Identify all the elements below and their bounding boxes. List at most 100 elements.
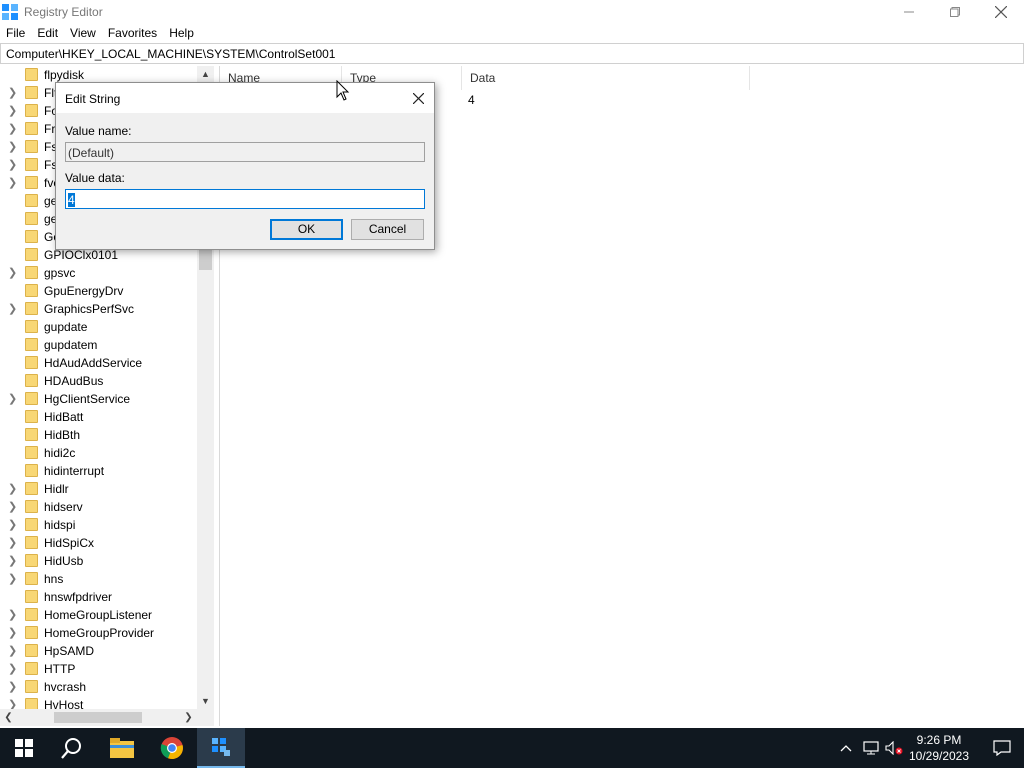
tree-item[interactable]: HidBatt <box>0 408 197 426</box>
tree-item[interactable]: HDAudBus <box>0 372 197 390</box>
expand-chevron-icon[interactable]: ❯ <box>8 555 20 567</box>
tree-item-label: gupdatem <box>44 338 98 352</box>
menu-edit[interactable]: Edit <box>31 24 64 42</box>
tree-item[interactable]: ❯ hidspi <box>0 516 197 534</box>
expand-chevron-icon[interactable]: ❯ <box>8 609 20 621</box>
tree-item[interactable]: gupdate <box>0 318 197 336</box>
tree-item[interactable]: hidinterrupt <box>0 462 197 480</box>
expand-chevron-icon[interactable]: ❯ <box>8 177 20 189</box>
tree-item-label: HomeGroupListener <box>44 608 153 622</box>
folder-icon <box>25 176 38 189</box>
tree-item[interactable]: ❯ HTTP <box>0 660 197 678</box>
close-button[interactable] <box>978 0 1024 24</box>
folder-icon <box>25 248 38 261</box>
expand-chevron-icon[interactable]: ❯ <box>8 159 20 171</box>
tree-item-label: hidspi <box>44 518 76 532</box>
tree-item[interactable]: ❯ HomeGroupProvider <box>0 624 197 642</box>
tree-item[interactable]: ❯ hvcrash <box>0 678 197 696</box>
tree-item[interactable]: ❯ HpSAMD <box>0 642 197 660</box>
folder-icon <box>25 122 38 135</box>
registry-editor-taskbar-button[interactable] <box>197 728 245 768</box>
tree-item[interactable]: HdAudAddService <box>0 354 197 372</box>
tree-item[interactable]: ❯ Hidlr <box>0 480 197 498</box>
tree-item[interactable]: GpuEnergyDrv <box>0 282 197 300</box>
tree-item-label: HidBatt <box>44 410 84 424</box>
tree-item-label: GPIOClx0101 <box>44 248 119 262</box>
expand-chevron-icon[interactable]: ❯ <box>8 573 20 585</box>
tree-item[interactable]: ❯ gpsvc <box>0 264 197 282</box>
folder-icon <box>25 590 38 603</box>
tree-item[interactable]: ❯ hns <box>0 570 197 588</box>
tree-item-label: Hidlr <box>44 482 69 496</box>
scroll-down-icon[interactable]: ▼ <box>197 693 214 710</box>
tree-item[interactable]: ❯ hidserv <box>0 498 197 516</box>
tree-item[interactable]: hnswfpdriver <box>0 588 197 606</box>
tree-item[interactable]: hidi2c <box>0 444 197 462</box>
folder-icon <box>25 86 38 99</box>
horizontal-scroll-thumb[interactable] <box>54 712 142 723</box>
expand-chevron-icon[interactable]: ❯ <box>8 141 20 153</box>
tree-item[interactable]: gupdatem <box>0 336 197 354</box>
expand-chevron-icon[interactable]: ❯ <box>8 87 20 99</box>
column-header-data[interactable]: Data <box>462 66 750 90</box>
menu-favorites[interactable]: Favorites <box>102 24 163 42</box>
action-center-button[interactable] <box>980 728 1024 768</box>
expand-chevron-icon[interactable]: ❯ <box>8 105 20 117</box>
tree-item[interactable]: ❯ HvHost <box>0 696 197 710</box>
network-button[interactable] <box>862 740 880 756</box>
tree-item[interactable]: HidBth <box>0 426 197 444</box>
folder-icon <box>25 626 38 639</box>
dialog-close-button[interactable] <box>408 89 428 107</box>
tree-item[interactable]: ❯ HgClientService <box>0 390 197 408</box>
expand-chevron-icon[interactable]: ❯ <box>8 663 20 675</box>
expand-chevron-icon[interactable]: ❯ <box>8 501 20 513</box>
expand-chevron-icon[interactable]: ❯ <box>8 303 20 315</box>
address-bar[interactable]: Computer\HKEY_LOCAL_MACHINE\SYSTEM\Contr… <box>0 43 1024 64</box>
scroll-up-icon[interactable]: ▲ <box>197 66 214 83</box>
ok-button[interactable]: OK <box>270 219 343 240</box>
cancel-button[interactable]: Cancel <box>351 219 424 240</box>
file-explorer-button[interactable] <box>98 728 146 768</box>
search-button[interactable] <box>48 728 96 768</box>
vertical-scroll-thumb[interactable] <box>199 250 212 270</box>
chrome-icon <box>160 737 183 760</box>
chrome-button[interactable] <box>148 728 196 768</box>
menu-file[interactable]: File <box>0 24 31 42</box>
minimize-button[interactable] <box>886 0 932 24</box>
scroll-left-icon[interactable]: ❮ <box>0 709 17 726</box>
expand-chevron-icon[interactable]: ❯ <box>8 627 20 639</box>
value-data-field[interactable]: 4 <box>65 189 425 209</box>
value-data-cell[interactable]: 4 <box>468 93 475 107</box>
show-hidden-icons-button[interactable] <box>838 740 854 756</box>
start-button[interactable] <box>0 728 48 768</box>
mouse-cursor-icon <box>336 80 350 101</box>
address-path: Computer\HKEY_LOCAL_MACHINE\SYSTEM\Contr… <box>6 47 336 61</box>
scroll-right-icon[interactable]: ❯ <box>180 709 197 726</box>
expand-chevron-icon[interactable]: ❯ <box>8 519 20 531</box>
tree-item-label: hidserv <box>44 500 83 514</box>
regedit-app-icon <box>2 4 18 20</box>
clock[interactable]: 9:26 PM 10/29/2023 <box>898 732 980 764</box>
window-title: Registry Editor <box>24 5 103 19</box>
value-name-field: (Default) <box>65 142 425 162</box>
expand-chevron-icon[interactable]: ❯ <box>8 393 20 405</box>
tree-horizontal-scrollbar[interactable]: ❮ ❯ <box>0 709 214 726</box>
expand-chevron-icon[interactable]: ❯ <box>8 267 20 279</box>
menu-view[interactable]: View <box>64 24 102 42</box>
menu-help[interactable]: Help <box>163 24 200 42</box>
maximize-button[interactable] <box>932 0 978 24</box>
expand-chevron-icon[interactable]: ❯ <box>8 645 20 657</box>
tree-item[interactable]: ❯ HomeGroupListener <box>0 606 197 624</box>
expand-chevron-icon[interactable]: ❯ <box>8 681 20 693</box>
tree-item[interactable]: ❯ GraphicsPerfSvc <box>0 300 197 318</box>
tree-item[interactable]: ❯ HidSpiCx <box>0 534 197 552</box>
expand-chevron-icon[interactable]: ❯ <box>8 483 20 495</box>
minimize-icon <box>904 11 914 13</box>
folder-icon <box>25 374 38 387</box>
folder-icon <box>25 410 38 423</box>
expand-chevron-icon[interactable]: ❯ <box>8 123 20 135</box>
tree-item[interactable]: ❯ HidUsb <box>0 552 197 570</box>
expand-chevron-icon[interactable]: ❯ <box>8 537 20 549</box>
tree-item-label: flpydisk <box>44 68 85 82</box>
value-name-label: Value name: <box>65 124 132 138</box>
